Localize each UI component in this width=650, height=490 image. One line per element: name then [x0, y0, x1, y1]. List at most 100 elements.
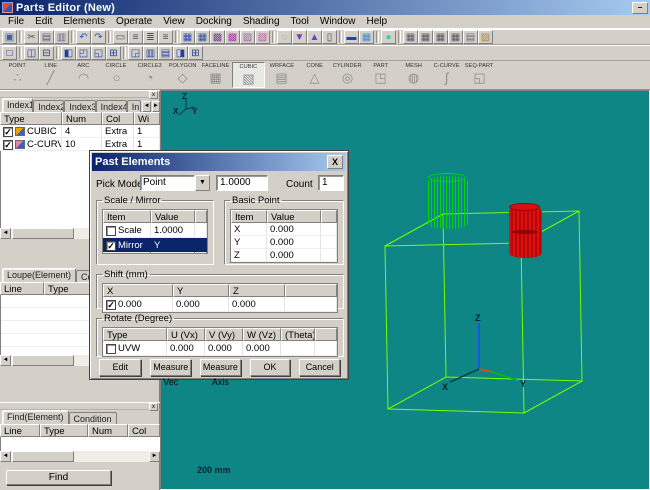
minimize-button[interactable]: − — [632, 2, 648, 14]
index-tab-index3[interactable]: Index3 — [64, 100, 95, 112]
column-header[interactable]: Type — [0, 112, 62, 125]
table-4-icon[interactable]: ▦ — [448, 30, 463, 44]
shape-tool-c-curve[interactable]: C-CURVE∫ — [430, 62, 463, 88]
align-3-icon[interactable]: ≡ — [158, 30, 173, 44]
paste-icon[interactable]: ▥ — [54, 30, 69, 44]
value-cell[interactable]: 0.000 — [267, 249, 321, 262]
layout-rows-icon[interactable]: ▥ — [143, 46, 158, 60]
cancel-button[interactable]: Cancel — [299, 359, 340, 376]
scroll-right-icon[interactable]: ► — [149, 451, 160, 462]
checkbox[interactable]: ✓ — [3, 127, 13, 137]
shape-tool-line[interactable]: LINE╱ — [34, 62, 67, 88]
print-icon[interactable]: ▤ — [463, 30, 478, 44]
sphere-icon[interactable]: ● — [381, 30, 396, 44]
window-blue-icon[interactable]: ▬ — [344, 30, 359, 44]
value-cell[interactable]: 1.0000 — [151, 223, 195, 238]
save-icon[interactable]: ▣ — [2, 30, 17, 44]
column-header[interactable]: Y — [173, 284, 229, 297]
layout-left-icon[interactable]: ◧ — [61, 46, 76, 60]
value-cell[interactable]: 0.000 — [267, 236, 321, 249]
table-row[interactable]: Y0.000 — [231, 236, 337, 249]
index-tab-in[interactable]: In — [127, 100, 142, 112]
shape-tool-arc[interactable]: ARC◠ — [67, 62, 100, 88]
table-row[interactable]: UVW0.0000.0000.000 — [103, 341, 337, 356]
undo-icon[interactable]: ↶ — [76, 30, 91, 44]
shape-tool-circle[interactable]: CIRCLE○ — [100, 62, 133, 88]
column-header[interactable]: Type — [40, 424, 88, 437]
find-tab-find-element-[interactable]: Find(Element) — [2, 410, 69, 424]
layout-right-icon[interactable]: ◨ — [173, 46, 188, 60]
value-cell[interactable]: Y — [151, 238, 195, 253]
menu-shading[interactable]: Shading — [238, 15, 286, 28]
grid-purple-icon[interactable]: ▩ — [210, 30, 225, 44]
column-header[interactable]: Value — [151, 210, 195, 223]
menu-view[interactable]: View — [158, 15, 191, 28]
index-tab-index1[interactable]: Index1 — [2, 98, 33, 112]
align-1-icon[interactable]: ≡ — [128, 30, 143, 44]
layout-single-icon[interactable]: □ — [2, 46, 17, 60]
find-button[interactable]: Find — [6, 470, 111, 485]
edit-button[interactable]: Edit — [99, 359, 141, 376]
pick-mode-select[interactable]: Point ▼ — [140, 175, 210, 191]
menu-window[interactable]: Window — [315, 15, 362, 28]
checkbox[interactable]: ✓ — [3, 140, 13, 150]
layout-quad-tl-icon[interactable]: ◰ — [76, 46, 91, 60]
scroll-left-icon[interactable]: ◄ — [0, 228, 11, 239]
table-row[interactable]: ✓CUBIC4Extra1 — [0, 125, 160, 138]
index-panel-grip[interactable]: x — [0, 90, 160, 98]
align-2-icon[interactable]: ≣ — [143, 30, 158, 44]
column-header[interactable]: Line — [0, 282, 44, 295]
table-1-icon[interactable]: ▦ — [403, 30, 418, 44]
shape-tool-cubic[interactable]: CUBIC▧ — [232, 62, 265, 88]
scroll-thumb[interactable] — [12, 228, 74, 239]
column-header[interactable] — [321, 210, 337, 223]
shape-tool-point[interactable]: POINT∴ — [1, 62, 34, 88]
table-2-icon[interactable]: ▦ — [418, 30, 433, 44]
measure-axis-button[interactable]: Measure Axis — [200, 359, 241, 376]
table-row[interactable]: ✓0.0000.0000.000 — [103, 297, 337, 312]
menu-tool[interactable]: Tool — [286, 15, 315, 28]
dialog-title-bar[interactable]: Past Elements X — [92, 153, 346, 171]
checkbox[interactable]: ✓ — [106, 300, 116, 310]
layout-cols-icon[interactable]: ▤ — [158, 46, 173, 60]
table-row[interactable]: ✓MirrorY — [103, 238, 207, 253]
shape-tool-mesh[interactable]: MESH◍ — [397, 62, 430, 88]
layer-navy-icon[interactable]: ▦ — [195, 30, 210, 44]
shape-tool-circle3[interactable]: CIRCLE3◔ — [133, 62, 166, 88]
menu-file[interactable]: File — [3, 15, 30, 28]
palette-icon[interactable]: ▨ — [478, 30, 493, 44]
find-panel-grip[interactable]: x — [0, 402, 160, 410]
measure-vec-button[interactable]: Measure Vec — [150, 359, 191, 376]
shape-tool-wrface[interactable]: WRFACE▤ — [265, 62, 298, 88]
loupe-tab-loupe-element-[interactable]: Loupe(Element) — [2, 268, 76, 282]
value-cell[interactable]: 0.000 — [267, 223, 321, 236]
shape-tool-seq-part[interactable]: SEQ-PART◱ — [463, 62, 496, 88]
table-3-icon[interactable]: ▦ — [433, 30, 448, 44]
layout-grid-icon[interactable]: ⊞ — [106, 46, 121, 60]
flag-down-icon[interactable]: ▼ — [292, 30, 307, 44]
column-header[interactable]: Type — [103, 328, 167, 341]
scroll-thumb[interactable] — [12, 451, 74, 462]
find-hscrollbar[interactable]: ◄ ► — [0, 451, 160, 462]
scroll-left-icon[interactable]: ◄ — [0, 451, 11, 462]
menu-docking[interactable]: Docking — [191, 15, 238, 28]
shape-tool-polygon[interactable]: POLYGON◇ — [166, 62, 199, 88]
column-header[interactable]: Line — [0, 424, 40, 437]
layout-vsplit-icon[interactable]: ◫ — [24, 46, 39, 60]
column-header[interactable] — [195, 210, 207, 223]
menu-operate[interactable]: Operate — [111, 15, 158, 28]
table-row[interactable]: Z0.000 — [231, 249, 337, 262]
value-cell[interactable]: 0.000 — [167, 341, 205, 356]
sheet-icon[interactable]: ▭ — [113, 30, 128, 44]
index-tab-index2[interactable]: Index2 — [33, 100, 64, 112]
column-header[interactable]: Value — [267, 210, 321, 223]
table-row[interactable]: X0.000 — [231, 223, 337, 236]
column-header[interactable]: U (Vx) — [167, 328, 205, 341]
column-header[interactable] — [315, 328, 337, 341]
layout-mix-icon[interactable]: ⊞ — [188, 46, 203, 60]
column-header[interactable] — [285, 284, 337, 297]
column-header[interactable]: W (Vz) — [243, 328, 281, 341]
copy-icon[interactable]: ▤ — [39, 30, 54, 44]
scroll-thumb[interactable] — [12, 355, 74, 366]
index-tab-index4[interactable]: Index4 — [96, 100, 127, 112]
